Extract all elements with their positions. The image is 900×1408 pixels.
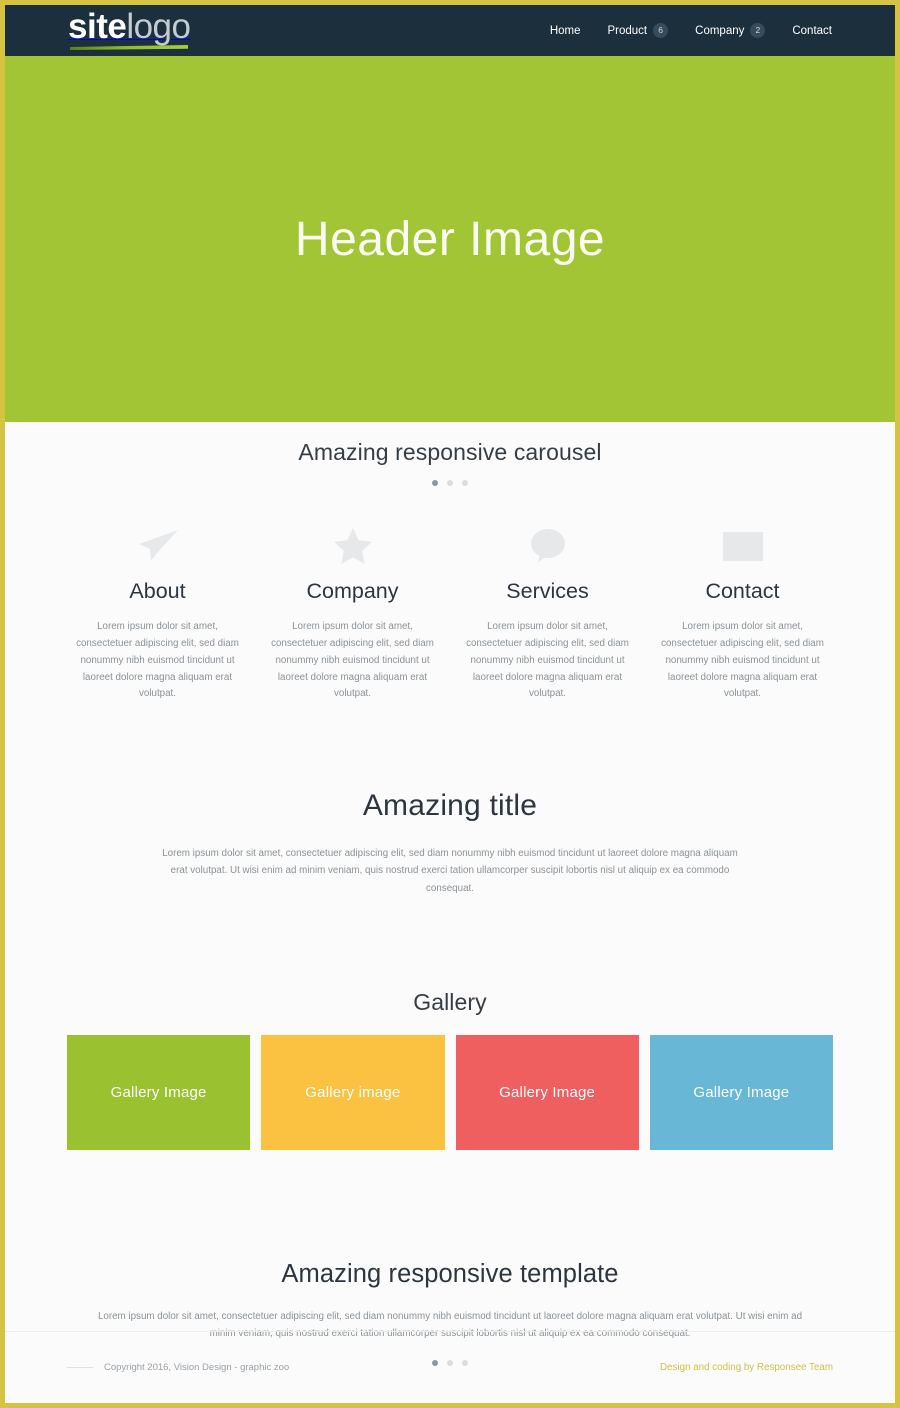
gallery-tile-1[interactable]: Gallery Image <box>67 1034 251 1150</box>
footer-divider <box>67 1367 93 1368</box>
feature-company: Company Lorem ipsum dolor sit amet, cons… <box>255 524 450 703</box>
feature-services: Services Lorem ipsum dolor sit amet, con… <box>450 524 645 703</box>
amazing-section: Amazing title Lorem ipsum dolor sit amet… <box>5 703 895 896</box>
logo-text-light: logo <box>126 7 191 46</box>
feature-text: Lorem ipsum dolor sit amet, consectetuer… <box>466 621 629 700</box>
carousel-title: Amazing responsive carousel <box>298 439 602 465</box>
feature-title: Contact <box>705 579 780 603</box>
gallery-tile-2[interactable]: Gallery image <box>261 1034 445 1150</box>
amazing-text: Lorem ipsum dolor sit amet, consectetuer… <box>162 848 738 894</box>
amazing-title: Amazing title <box>362 789 538 823</box>
nav-item-label: Company <box>695 24 745 37</box>
copyright-text: Copyright 2016, Vision Design - graphic … <box>104 1362 290 1373</box>
speech-bubble-icon <box>462 524 633 568</box>
gallery-tile-4[interactable]: Gallery Image <box>649 1034 833 1150</box>
gallery-grid: Gallery Image Gallery image Gallery Imag… <box>5 1016 895 1150</box>
gallery-section: Gallery Gallery Image Gallery image Gall… <box>5 897 895 1150</box>
carousel-dot-3[interactable] <box>462 480 468 486</box>
feature-about: About Lorem ipsum dolor sit amet, consec… <box>60 524 255 703</box>
features-section: About Lorem ipsum dolor sit amet, consec… <box>5 486 895 703</box>
responsive-title: Amazing responsive template <box>281 1259 619 1288</box>
site-footer: Copyright 2016, Vision Design - graphic … <box>5 1331 895 1403</box>
gallery-tile-label: Gallery Image <box>693 1083 790 1101</box>
main-nav: Home Product 6 Company 2 Contact <box>550 23 832 38</box>
nav-badge-product: 6 <box>653 23 669 38</box>
nav-item-contact[interactable]: Contact <box>792 25 832 37</box>
feature-text: Lorem ipsum dolor sit amet, consectetuer… <box>661 621 824 700</box>
nav-badge-company: 2 <box>750 23 766 38</box>
site-logo[interactable]: sitelogo <box>68 7 191 50</box>
gallery-tile-3[interactable]: Gallery Image <box>455 1034 639 1150</box>
site-header: sitelogo Home Product 6 Company 2 Contac… <box>5 5 895 56</box>
carousel-dot-1[interactable] <box>432 480 438 486</box>
hero-banner: Header Image <box>5 56 895 422</box>
feature-title: About <box>129 579 186 603</box>
feature-title: Services <box>506 579 589 603</box>
nav-item-company[interactable]: Company 2 <box>695 23 766 38</box>
hero-title: Header Image <box>294 212 606 266</box>
feature-text: Lorem ipsum dolor sit amet, consectetuer… <box>76 621 239 700</box>
nav-item-label: Product <box>607 24 648 37</box>
nav-item-home[interactable]: Home <box>550 25 581 37</box>
feature-title: Company <box>306 579 399 603</box>
page-canvas: sitelogo Home Product 6 Company 2 Contac… <box>5 5 895 1403</box>
feature-contact: Contact Lorem ipsum dolor sit amet, cons… <box>645 524 840 703</box>
nav-item-label: Contact <box>792 24 832 37</box>
carousel-dot-2[interactable] <box>447 480 453 486</box>
gallery-title: Gallery <box>413 988 487 1015</box>
gallery-tile-label: Gallery image <box>305 1083 401 1101</box>
envelope-icon <box>657 524 828 568</box>
carousel-section: Amazing responsive carousel <box>5 422 895 486</box>
gallery-tile-label: Gallery Image <box>110 1083 207 1101</box>
logo-text-bold: site <box>68 7 127 46</box>
feature-text: Lorem ipsum dolor sit amet, consectetuer… <box>271 621 434 700</box>
paper-plane-icon <box>72 524 243 568</box>
gallery-tile-label: Gallery Image <box>499 1083 596 1101</box>
footer-credit-link[interactable]: Design and coding by Responsee Team <box>660 1362 833 1373</box>
star-icon <box>267 524 438 568</box>
nav-item-product[interactable]: Product 6 <box>608 23 669 38</box>
footer-left: Copyright 2016, Vision Design - graphic … <box>67 1362 289 1373</box>
nav-item-label: Home <box>549 24 581 37</box>
